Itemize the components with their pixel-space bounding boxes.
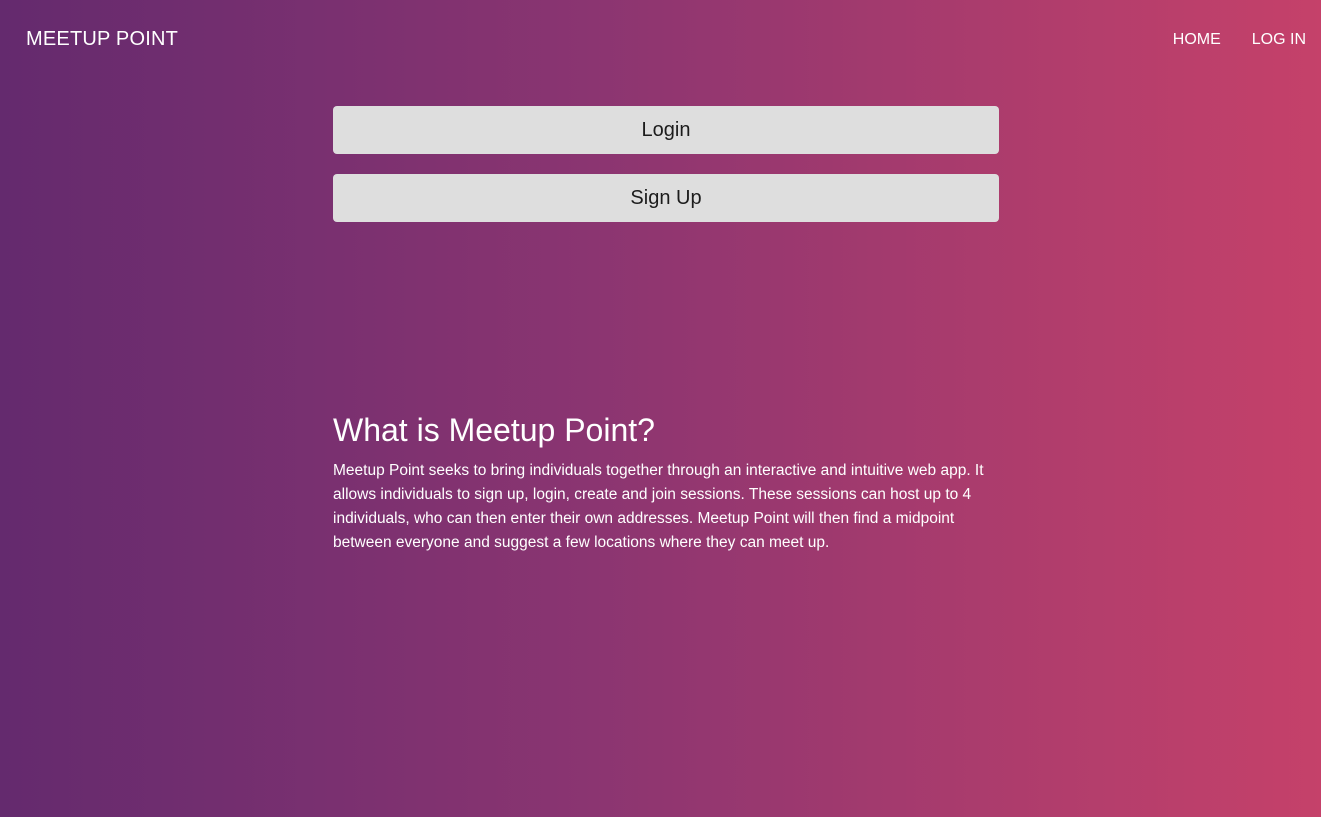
nav-login-link[interactable]: LOG IN [1252, 30, 1306, 50]
auth-buttons: Login Sign Up [333, 106, 999, 222]
about-heading: What is Meetup Point? [333, 412, 655, 448]
about-section: What is Meetup Point? Meetup Point seeks… [333, 410, 999, 555]
nav-links: HOME LOG IN [1173, 30, 1306, 50]
signup-button[interactable]: Sign Up [333, 174, 999, 222]
brand-logo-link[interactable]: MEETUP POINT [26, 27, 178, 51]
navbar: MEETUP POINT HOME LOG IN [0, 0, 1321, 80]
about-description: Meetup Point seeks to bring individuals … [333, 462, 984, 551]
nav-home-link[interactable]: HOME [1173, 30, 1221, 50]
login-button[interactable]: Login [333, 106, 999, 154]
